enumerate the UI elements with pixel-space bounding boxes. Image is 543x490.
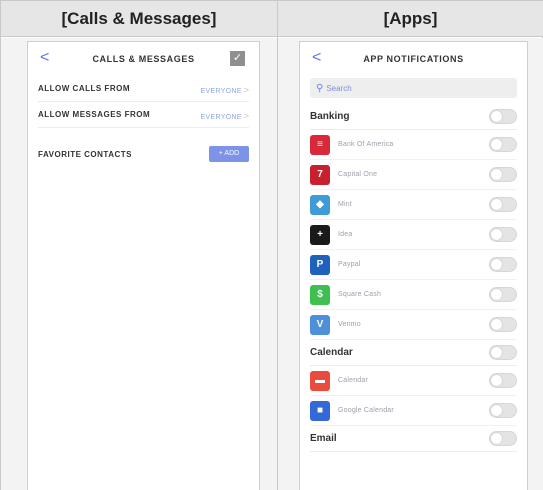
mint-icon: ◆ xyxy=(310,194,330,215)
chevron-right-icon: > xyxy=(243,110,249,121)
email-section-row: Email xyxy=(310,426,517,452)
idea-icon: + xyxy=(310,224,330,245)
apps-page-title: APP NOTIFICATIONS xyxy=(363,54,464,64)
calls-nav-bar: < CALLS & MESSAGES ✓ xyxy=(28,42,259,76)
bank-of-america-icon: ≡ xyxy=(310,134,330,155)
allow-messages-row[interactable]: ALLOW MESSAGES FROM EVERYONE > xyxy=(38,102,249,128)
search-icon: ⚲ xyxy=(316,82,324,94)
banking-section-label: Banking xyxy=(310,111,350,122)
app-row-left: P Paypal xyxy=(310,254,361,275)
toggle-knob xyxy=(491,139,502,150)
app-row[interactable]: $ Square Cash xyxy=(310,280,517,310)
banking-app-list: ≡ Bank Of America 7 Capital One ◆ Mint + Idea P P… xyxy=(300,130,527,340)
toggle-knob xyxy=(491,229,502,240)
back-icon[interactable]: < xyxy=(40,49,49,67)
toggle-knob xyxy=(491,433,502,444)
app-name: Square Cash xyxy=(338,291,382,298)
app-row-left: 7 Capital One xyxy=(310,164,378,185)
toggle-knob xyxy=(491,169,502,180)
app-row[interactable]: + Idea xyxy=(310,220,517,250)
favorite-contacts-label: FAVORITE CONTACTS xyxy=(38,149,132,159)
notification-toggle[interactable] xyxy=(489,403,517,418)
banking-section-row: Banking xyxy=(310,104,517,130)
app-row-left: ≡ Bank Of America xyxy=(310,134,394,155)
allow-messages-label: ALLOW MESSAGES FROM xyxy=(38,110,151,119)
allow-calls-value: EVERYONE xyxy=(200,87,242,95)
app-row-left: ▬ Calendar xyxy=(310,370,369,391)
calendar-section-label: Calendar xyxy=(310,347,353,358)
apps-nav-bar: < APP NOTIFICATIONS xyxy=(300,42,527,76)
add-contact-button[interactable]: + ADD xyxy=(209,146,249,162)
calls-messages-header: [Calls & Messages] xyxy=(1,1,277,37)
toggle-knob xyxy=(491,319,502,330)
notification-toggle[interactable] xyxy=(489,137,517,152)
toggle-knob xyxy=(491,289,502,300)
app-name: Google Calendar xyxy=(338,407,394,414)
checkbox-icon[interactable]: ✓ xyxy=(230,51,245,66)
app-name: Calendar xyxy=(338,377,369,384)
app-name: Capital One xyxy=(338,171,378,178)
email-section-label: Email xyxy=(310,433,337,444)
allow-calls-value-group[interactable]: EVERYONE > xyxy=(201,80,249,98)
toggle-knob xyxy=(491,375,502,386)
app-row-left: ■ Google Calendar xyxy=(310,400,394,421)
toggle-knob xyxy=(491,199,502,210)
toggle-knob xyxy=(491,347,502,358)
app-row[interactable]: ≡ Bank Of America xyxy=(310,130,517,160)
app-name: Bank Of America xyxy=(338,141,394,148)
app-row-left: + Idea xyxy=(310,224,353,245)
app-name: Paypal xyxy=(338,261,361,268)
email-toggle[interactable] xyxy=(489,431,517,446)
capital-one-icon: 7 xyxy=(310,164,330,185)
app-row[interactable]: ◆ Mint xyxy=(310,190,517,220)
allow-messages-value-group[interactable]: EVERYONE > xyxy=(201,106,249,124)
notification-toggle[interactable] xyxy=(489,287,517,302)
search-input[interactable]: ⚲ Search xyxy=(310,78,517,98)
allow-calls-row[interactable]: ALLOW CALLS FROM EVERYONE > xyxy=(38,76,249,102)
calendar-section-row: Calendar xyxy=(310,340,517,366)
banking-toggle[interactable] xyxy=(489,109,517,124)
notification-toggle[interactable] xyxy=(489,197,517,212)
app-row[interactable]: V Venmo xyxy=(310,310,517,340)
app-row-left: ◆ Mint xyxy=(310,194,353,215)
toggle-knob xyxy=(491,259,502,270)
app-row-left: V Venmo xyxy=(310,314,361,335)
back-icon[interactable]: < xyxy=(312,49,321,67)
notification-toggle[interactable] xyxy=(489,167,517,182)
comparison-page: [Calls & Messages] [Apps] < CALLS & MESS… xyxy=(0,0,543,490)
favorite-contacts-row: FAVORITE CONTACTS + ADD xyxy=(38,144,249,164)
square-cash-icon: $ xyxy=(310,284,330,305)
app-name: Venmo xyxy=(338,321,361,328)
toggle-knob xyxy=(491,405,502,416)
app-row[interactable]: 7 Capital One xyxy=(310,160,517,190)
apps-header: [Apps] xyxy=(278,1,543,37)
venmo-icon: V xyxy=(310,314,330,335)
calendar-toggle[interactable] xyxy=(489,345,517,360)
calls-messages-screen: < CALLS & MESSAGES ✓ ALLOW CALLS FROM EV… xyxy=(27,41,260,490)
app-row[interactable]: ■ Google Calendar xyxy=(310,396,517,426)
app-row[interactable]: P Paypal xyxy=(310,250,517,280)
calls-page-title: CALLS & MESSAGES xyxy=(92,54,195,64)
app-notifications-screen: < APP NOTIFICATIONS ⚲ Search Banking ≡ Ba… xyxy=(299,41,528,490)
search-placeholder: Search xyxy=(326,83,352,93)
allow-messages-value: EVERYONE xyxy=(200,113,242,121)
app-row[interactable]: ▬ Calendar xyxy=(310,366,517,396)
app-name: Mint xyxy=(338,201,353,208)
calendar-app-list: ▬ Calendar ■ Google Calendar xyxy=(300,366,527,426)
notification-toggle[interactable] xyxy=(489,257,517,272)
paypal-icon: P xyxy=(310,254,330,275)
notification-toggle[interactable] xyxy=(489,373,517,388)
app-row-left: $ Square Cash xyxy=(310,284,382,305)
notification-toggle[interactable] xyxy=(489,317,517,332)
google-calendar-icon: ■ xyxy=(310,400,330,421)
allow-calls-label: ALLOW CALLS FROM xyxy=(38,84,130,93)
app-name: Idea xyxy=(338,231,353,238)
toggle-knob xyxy=(491,111,502,122)
notification-toggle[interactable] xyxy=(489,227,517,242)
calendar-icon: ▬ xyxy=(310,370,330,391)
chevron-right-icon: > xyxy=(243,84,249,95)
